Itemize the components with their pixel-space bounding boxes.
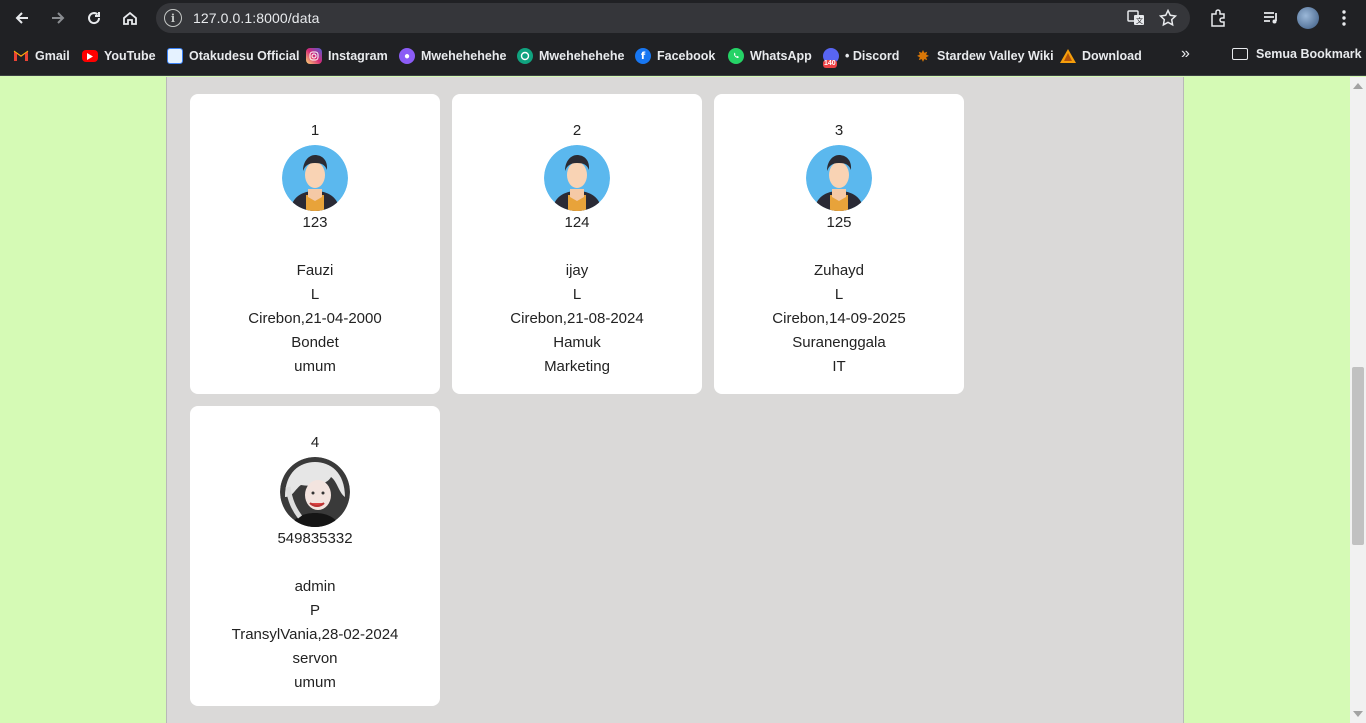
bookmark-discord[interactable]: 140 • Discord bbox=[823, 47, 899, 68]
url-text[interactable]: 127.0.0.1:8000/data bbox=[193, 10, 319, 26]
bookmark-mwehehehehe-2[interactable]: Mwehehehehe bbox=[517, 47, 624, 65]
default-avatar-icon bbox=[282, 145, 348, 211]
bookmark-gmail[interactable]: Gmail bbox=[13, 47, 70, 65]
forward-icon[interactable] bbox=[45, 5, 71, 31]
card-id: 549835332 bbox=[277, 530, 353, 547]
media-control-icon[interactable] bbox=[1258, 5, 1284, 31]
bookmarks-bar: Gmail YouTube Otakudesu Official Instagr… bbox=[0, 36, 1366, 76]
browser-toolbar: i 127.0.0.1:8000/data 文 bbox=[0, 0, 1366, 36]
card-number: 3 bbox=[834, 122, 844, 139]
scroll-down-icon[interactable] bbox=[1353, 711, 1363, 717]
card-number: 1 bbox=[310, 122, 320, 139]
user-photo bbox=[280, 457, 350, 527]
bookmark-download[interactable]: Download bbox=[1060, 47, 1142, 65]
site-info-icon[interactable]: i bbox=[164, 9, 182, 27]
card-number: 2 bbox=[572, 122, 582, 139]
card-name: ijay bbox=[565, 262, 589, 279]
page-scrollbar[interactable] bbox=[1350, 77, 1366, 723]
card-division: IT bbox=[832, 358, 846, 375]
svg-text:文: 文 bbox=[1136, 16, 1143, 25]
card-address: Bondet bbox=[291, 334, 339, 351]
bookmark-otakudesu[interactable]: Otakudesu Official bbox=[167, 47, 299, 65]
home-icon[interactable] bbox=[117, 5, 143, 31]
card-gender: L bbox=[834, 286, 844, 303]
card-id: 123 bbox=[302, 214, 328, 231]
card-birth: Cirebon,14-09-2025 bbox=[772, 310, 906, 327]
bookmark-instagram[interactable]: Instagram bbox=[306, 47, 388, 65]
card-address: Suranenggala bbox=[792, 334, 886, 351]
discord-badge: 140 bbox=[823, 60, 837, 68]
card-division: umum bbox=[294, 358, 336, 375]
extensions-icon[interactable] bbox=[1205, 5, 1231, 31]
openai-icon bbox=[517, 48, 533, 64]
card-division: umum bbox=[294, 674, 336, 691]
translate-icon[interactable]: 文 bbox=[1125, 7, 1147, 29]
card-id: 124 bbox=[564, 214, 590, 231]
card-name: admin bbox=[294, 578, 336, 595]
card-name: Fauzi bbox=[296, 262, 334, 279]
whatsapp-icon bbox=[728, 48, 744, 64]
card-address: servon bbox=[292, 650, 338, 667]
facebook-icon: f bbox=[635, 48, 651, 64]
scroll-up-icon[interactable] bbox=[1353, 83, 1363, 89]
card-birth: TransylVania,28-02-2024 bbox=[231, 626, 399, 643]
card-gender: L bbox=[310, 286, 320, 303]
default-avatar-icon bbox=[544, 145, 610, 211]
card-name: Zuhayd bbox=[813, 262, 865, 279]
menu-icon[interactable] bbox=[1331, 5, 1357, 31]
gmail-icon bbox=[13, 48, 29, 64]
chat-bot-icon: ● bbox=[399, 48, 415, 64]
card-address: Hamuk bbox=[553, 334, 601, 351]
card-number: 4 bbox=[310, 434, 320, 451]
page-viewport: 1 123 Fauzi L Cirebon,21-04-2000 Bondet … bbox=[0, 77, 1350, 723]
card-division: Marketing bbox=[544, 358, 610, 375]
card-birth: Cirebon,21-08-2024 bbox=[510, 310, 644, 327]
bookmark-star-icon[interactable] bbox=[1157, 7, 1179, 29]
card-gender: L bbox=[572, 286, 582, 303]
employee-card: 1 123 Fauzi L Cirebon,21-04-2000 Bondet … bbox=[190, 94, 440, 394]
all-bookmarks-folder[interactable]: Semua Bookmark bbox=[1232, 47, 1362, 61]
scrollbar-thumb[interactable] bbox=[1352, 367, 1364, 545]
address-bar[interactable]: i 127.0.0.1:8000/data 文 bbox=[156, 3, 1190, 33]
bookmark-mwehehehehe-1[interactable]: ● Mwehehehehe bbox=[399, 47, 506, 65]
employee-card: 3 125 Zuhayd L Cirebon,14-09-2025 Surane… bbox=[714, 94, 964, 394]
card-id: 125 bbox=[826, 214, 852, 231]
bookmark-stardew[interactable]: ✸ Stardew Valley Wiki bbox=[915, 47, 1053, 65]
card-gender: P bbox=[309, 602, 320, 619]
discord-icon: 140 bbox=[823, 48, 839, 68]
bookmark-facebook[interactable]: f Facebook bbox=[635, 47, 715, 65]
folder-icon bbox=[1232, 48, 1248, 60]
employee-card: 2 124 ijay L Cirebon,21-08-2024 Hamuk Ma… bbox=[452, 94, 702, 394]
data-container: 1 123 Fauzi L Cirebon,21-04-2000 Bondet … bbox=[166, 77, 1184, 723]
employee-card: 4 549835332 admin P TransylVania,28-02-2… bbox=[190, 406, 440, 706]
reload-icon[interactable] bbox=[81, 5, 107, 31]
default-avatar-icon bbox=[806, 145, 872, 211]
card-birth: Cirebon,21-04-2000 bbox=[248, 310, 382, 327]
back-icon[interactable] bbox=[9, 5, 35, 31]
download-site-icon bbox=[1060, 48, 1076, 64]
youtube-icon bbox=[82, 50, 98, 62]
more-bookmarks-chevron-icon[interactable]: » bbox=[1181, 45, 1190, 63]
otakudesu-icon bbox=[167, 48, 183, 64]
instagram-icon bbox=[306, 48, 322, 64]
bookmark-whatsapp[interactable]: WhatsApp bbox=[728, 47, 812, 65]
stardew-icon: ✸ bbox=[917, 47, 929, 64]
profile-avatar[interactable] bbox=[1297, 7, 1319, 29]
bookmark-youtube[interactable]: YouTube bbox=[82, 47, 156, 65]
